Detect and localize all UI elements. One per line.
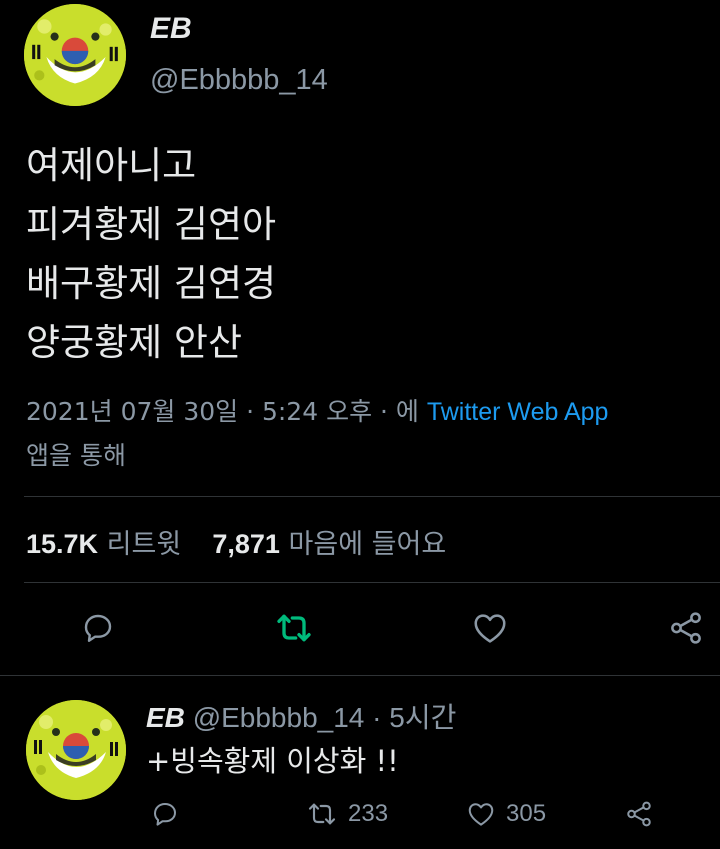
tweet-text-line: 배구황제 김연경 — [26, 262, 277, 305]
like-count: 7,871 — [212, 529, 280, 559]
retweet-stat[interactable]: 15.7K 리트윗 — [26, 529, 181, 560]
author-name[interactable]: EB — [150, 12, 192, 46]
reply-time[interactable]: 5시간 — [389, 702, 456, 733]
tweet-source-suffix: 앱을 통해 — [26, 441, 126, 470]
reply-header: EB @Ebbbbb_14 · 5시간 — [146, 696, 456, 736]
reply-tweet[interactable]: EB @Ebbbbb_14 · 5시간 +빙속황제 이상화 !! 233 305 — [0, 676, 720, 849]
timestamp-line: 2021년 07월 30일 · 5:24 오후 · 에 Twitter Web … — [26, 390, 720, 434]
reply-retweet-button[interactable]: 233 — [306, 797, 388, 831]
author-handle[interactable]: @Ebbbbb_14 — [150, 64, 328, 97]
reply-like-button[interactable]: 305 — [466, 797, 546, 831]
reply-like-count: 305 — [506, 800, 547, 827]
retweet-button[interactable] — [274, 608, 314, 648]
divider — [24, 496, 720, 497]
tweet-stats: 15.7K 리트윗 7,871 마음에 들어요 — [26, 522, 446, 561]
reply-share-button[interactable] — [624, 797, 654, 831]
reply-icon — [84, 614, 112, 642]
retweet-icon — [277, 614, 311, 642]
reply-text: +빙속황제 이상화 !! — [146, 744, 399, 778]
retweet-label: 리트윗 — [106, 529, 182, 560]
tweet-text-line: 여제아니고 — [26, 144, 197, 187]
like-button[interactable] — [470, 608, 510, 648]
like-stat[interactable]: 7,871 마음에 들어요 — [212, 529, 446, 560]
tweet-source-link[interactable]: Twitter Web App — [427, 398, 609, 426]
tweet-text-line: 양궁황제 안산 — [26, 321, 243, 364]
reply-icon — [154, 803, 176, 826]
share-icon — [671, 612, 701, 644]
tweet-text-line: 피겨황제 김연아 — [26, 203, 277, 246]
avatar-image — [24, 4, 126, 106]
author-avatar[interactable] — [24, 4, 126, 106]
retweet-icon — [308, 803, 336, 825]
reply-button[interactable] — [78, 608, 118, 648]
reply-author-avatar[interactable] — [26, 700, 126, 800]
like-label: 마음에 들어요 — [288, 529, 447, 560]
like-icon — [474, 614, 506, 643]
main-tweet: EB @Ebbbbb_14 여제아니고 피겨황제 김연아 배구황제 김연경 양궁… — [0, 0, 720, 676]
like-icon — [468, 803, 494, 826]
share-button[interactable] — [666, 608, 706, 648]
reply-author-name[interactable]: EB — [146, 702, 185, 733]
divider — [24, 582, 720, 583]
reply-retweet-count: 233 — [348, 800, 389, 827]
tweet-text: 여제아니고 피겨황제 김연아 배구황제 김연경 양궁황제 안산 — [26, 136, 276, 372]
share-icon — [627, 801, 651, 827]
reply-author-handle[interactable]: @Ebbbbb_14 — [193, 702, 365, 733]
time-separator: · — [364, 702, 390, 733]
tweet-timestamp[interactable]: 2021년 07월 30일 · 5:24 오후 · 에 — [26, 397, 427, 426]
tweet-meta: 2021년 07월 30일 · 5:24 오후 · 에 Twitter Web … — [26, 390, 720, 478]
avatar-image — [26, 700, 126, 800]
reply-reply-button[interactable] — [150, 797, 180, 831]
retweet-count: 15.7K — [26, 529, 99, 559]
